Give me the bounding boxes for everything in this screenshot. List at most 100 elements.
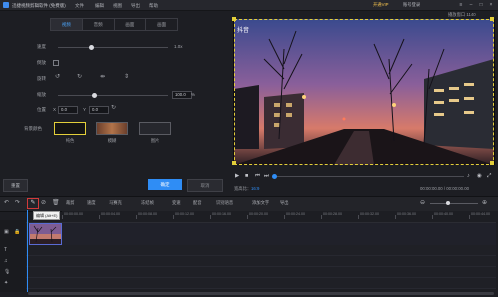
effect-track-icon[interactable]: ✦ — [4, 280, 8, 286]
toolbar-add-text[interactable]: 添加文字 — [252, 200, 269, 206]
reset-button[interactable]: 重置 — [3, 179, 28, 192]
stop-icon[interactable]: ■ — [245, 173, 248, 179]
lock-icon[interactable]: 🔒 — [14, 229, 20, 235]
undo-icon[interactable]: ↶ — [4, 199, 9, 206]
fullscreen-icon[interactable]: ⤢ — [487, 173, 491, 180]
selection-outline[interactable] — [234, 19, 494, 165]
scale-unit: % — [191, 92, 196, 97]
rotate-left-icon[interactable]: ↺ — [55, 73, 60, 80]
rotate-right-icon[interactable]: ↻ — [77, 73, 82, 80]
zoom-handle[interactable] — [446, 201, 450, 205]
ruler-tick-mark — [469, 215, 470, 219]
prev-frame-icon[interactable]: ⏮ — [255, 173, 260, 180]
zoom-slider[interactable] — [430, 203, 478, 204]
volume-icon[interactable]: ♪ — [467, 173, 470, 179]
toolbar-speed[interactable]: 速度 — [87, 200, 96, 206]
video-clip[interactable] — [29, 223, 62, 245]
scale-slider-track[interactable] — [58, 95, 168, 96]
speed-value: 1.0x — [174, 44, 183, 49]
pos-y-input[interactable]: 0.0 — [89, 106, 109, 114]
menu-icon[interactable]: ≡ — [457, 2, 465, 8]
ruler-tick-label: 00:00:04.00 — [101, 212, 120, 216]
bg-swatch-blur[interactable] — [96, 122, 128, 135]
toolbar-export[interactable]: 导出 — [280, 200, 289, 206]
speed-slider-handle[interactable] — [88, 45, 94, 50]
menu-export[interactable]: 导出 — [131, 3, 140, 9]
progress-handle[interactable] — [272, 174, 277, 179]
menu-help[interactable]: 帮助 — [149, 3, 158, 9]
text-track-icon[interactable]: T — [4, 247, 7, 253]
cancel-button[interactable]: 取消 — [187, 179, 223, 192]
edit-icon[interactable]: ✎ — [27, 198, 39, 209]
resize-handle-tr[interactable] — [490, 17, 494, 21]
toolbar-mosaic[interactable]: 马赛克 — [109, 200, 122, 206]
ruler-tick-mark — [395, 215, 396, 219]
menu-view[interactable]: 视图 — [113, 3, 122, 9]
ruler-tick-label: 00:00:40.00 — [434, 212, 453, 216]
clip-thumbnail — [30, 224, 61, 244]
resize-handle-br[interactable] — [490, 161, 494, 165]
close-icon[interactable]: × — [487, 2, 495, 8]
pos-x-label: X — [53, 107, 57, 112]
delete-icon[interactable]: 🗑 — [52, 199, 60, 206]
lane-voice[interactable] — [26, 267, 496, 278]
bg-swatch-solid[interactable] — [54, 122, 86, 135]
aspect-value[interactable]: 16:9 — [251, 186, 259, 191]
ruler-tick-mark — [210, 215, 211, 219]
resize-handle-tl[interactable] — [232, 17, 236, 21]
ok-button[interactable]: 确定 — [148, 179, 182, 190]
tab-audio[interactable]: 音频 — [83, 19, 115, 30]
progress-track[interactable] — [274, 176, 464, 177]
maximize-icon[interactable]: □ — [477, 2, 485, 8]
voice-track-icon[interactable]: 🎙 — [4, 269, 10, 275]
tab-picture[interactable]: 画面 — [115, 19, 147, 30]
video-track[interactable] — [26, 222, 496, 246]
vip-button[interactable]: 开通VIP — [370, 2, 392, 8]
ruler-tick-label: 00:00:00.00 — [64, 212, 83, 216]
ruler-tick-label: 00:00:08.00 — [138, 212, 157, 216]
bg-caption-blur: 模糊 — [107, 138, 117, 143]
ruler-tick-mark — [62, 215, 63, 219]
redo-icon[interactable]: ↷ — [15, 199, 20, 206]
flip-vertical-icon[interactable]: ⇕ — [124, 73, 129, 80]
resize-handle-bl[interactable] — [232, 161, 236, 165]
toolbar-variable-speed[interactable]: 变速 — [172, 200, 181, 206]
scale-input[interactable]: 100.0 — [172, 91, 192, 99]
scale-slider-handle[interactable] — [91, 93, 97, 98]
tab-picture-2[interactable]: 画面 — [146, 19, 177, 30]
playhead[interactable] — [27, 210, 28, 292]
video-track-icon[interactable]: ▣ — [4, 229, 9, 235]
property-tabs: 视频 音频 画面 画面 — [50, 18, 178, 31]
menu-file[interactable]: 文件 — [75, 3, 84, 9]
timeline-scrollbar[interactable] — [28, 292, 494, 295]
toolbar-cut[interactable]: 裁剪 — [66, 200, 75, 206]
toolbar-freeze[interactable]: 冻结帧 — [141, 200, 154, 206]
toolbar-dub[interactable]: 配音 — [193, 200, 202, 206]
lane-music[interactable] — [26, 256, 496, 267]
music-track-icon[interactable]: ♫ — [4, 258, 8, 264]
toolbar-speech-recognition[interactable]: 识别语音 — [216, 200, 233, 206]
ruler-tick-mark — [136, 215, 137, 219]
bg-swatch-image[interactable] — [139, 122, 171, 135]
split-icon[interactable]: ⊘ — [41, 199, 46, 206]
lane-extra[interactable] — [26, 278, 496, 289]
position-label: 位置 — [37, 107, 46, 112]
aspect-label: 宽高比： — [234, 186, 252, 191]
next-frame-icon[interactable]: ⏭ — [264, 173, 269, 180]
zoom-out-icon[interactable]: ⊖ — [420, 199, 425, 206]
ruler-tick-label: 00:00:12.00 — [175, 212, 194, 216]
lane-text[interactable] — [26, 245, 496, 256]
reverse-checkbox[interactable] — [53, 60, 59, 66]
tab-video[interactable]: 视频 — [51, 19, 83, 30]
reset-position-icon[interactable]: ↻ — [111, 104, 116, 111]
menu-edit[interactable]: 编辑 — [95, 3, 104, 9]
speed-slider-track[interactable] — [58, 47, 168, 48]
zoom-in-icon[interactable]: ⊕ — [482, 199, 487, 206]
snapshot-icon[interactable]: ◉ — [477, 173, 482, 179]
login-button[interactable]: 账号登录 — [400, 2, 423, 8]
minimize-icon[interactable]: – — [467, 2, 475, 8]
flip-horizontal-icon[interactable]: ⇹ — [100, 73, 105, 80]
ruler-tick-label: 00:00:44.00 — [471, 212, 490, 216]
play-icon[interactable]: ▶ — [235, 173, 239, 179]
pos-x-input[interactable]: 0.0 — [58, 106, 78, 114]
